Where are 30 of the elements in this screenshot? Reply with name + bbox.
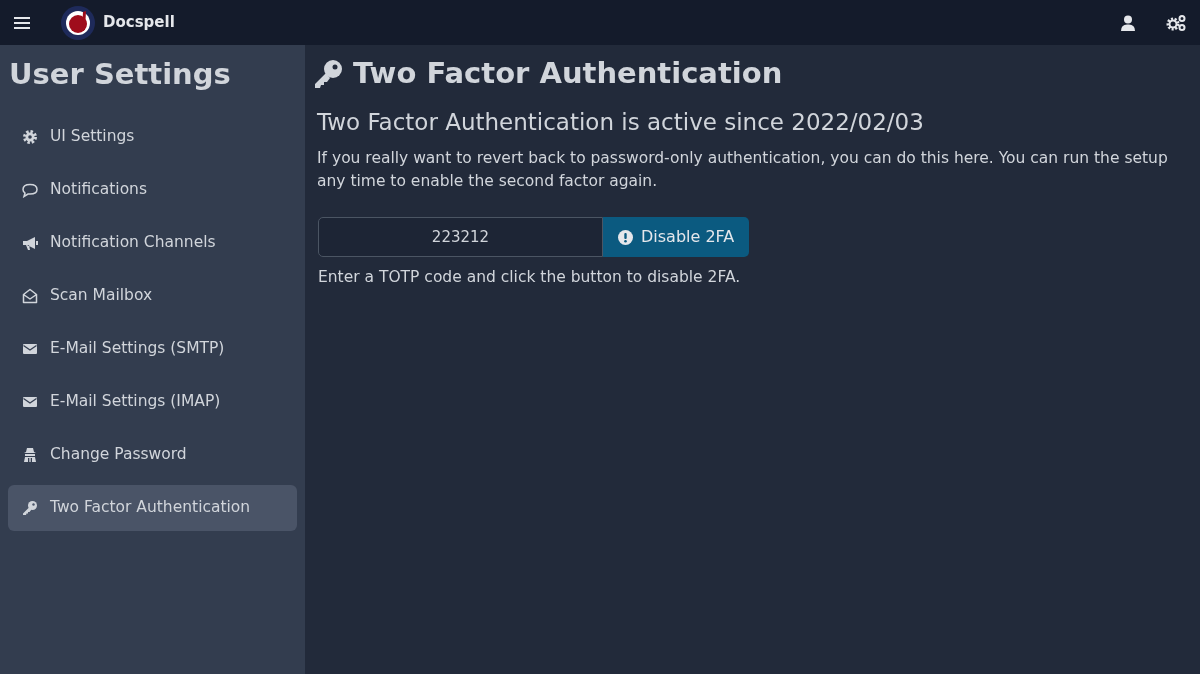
hint-text: Enter a TOTP code and click the button to disable 2FA. [317,267,742,288]
sidebar-item[interactable]: E-Mail Settings (SMTP) [8,326,297,372]
exclamation-icon [618,229,633,245]
megaphone-icon [22,235,38,251]
disable-2fa-button[interactable]: Disable 2FA [603,217,750,257]
sidebar-title: User Settings [8,56,232,93]
sidebar-item[interactable]: Scan Mailbox [8,273,297,319]
sidebar-item[interactable]: UI Settings [8,114,297,160]
gear-icon [22,129,38,145]
gears-icon[interactable] [1166,14,1186,31]
key-icon [22,500,38,516]
page-title: Two Factor Authentication [353,55,783,93]
sidebar-item[interactable]: Change Password [8,432,297,478]
sidebar-item[interactable]: E-Mail Settings (IMAP) [8,379,297,425]
spy-icon [22,447,38,463]
logo-icon [61,5,95,40]
user-icon[interactable] [1121,14,1135,31]
description-text: If you really want to revert back to password-only authentication, you can do this here. You can run the setup any time to enable the second factor again. [316,148,1169,192]
envelope-icon [22,394,38,410]
menu-icon[interactable] [14,15,30,30]
key-icon [313,59,343,89]
sidebar-item[interactable]: Notifications [8,167,297,213]
open-envelope-icon [22,288,38,304]
code-field[interactable]: 223212 [318,217,603,257]
envelope-icon [22,341,38,357]
speech-bubble-icon [22,182,38,198]
app-name[interactable]: Docspell [103,11,175,34]
status-heading: Two Factor Authentication is active since 2022/02/03 [316,108,925,137]
sidebar-item[interactable]: Notification Channels [8,220,297,266]
sidebar-item[interactable]: Two Factor Authentication [8,485,297,531]
